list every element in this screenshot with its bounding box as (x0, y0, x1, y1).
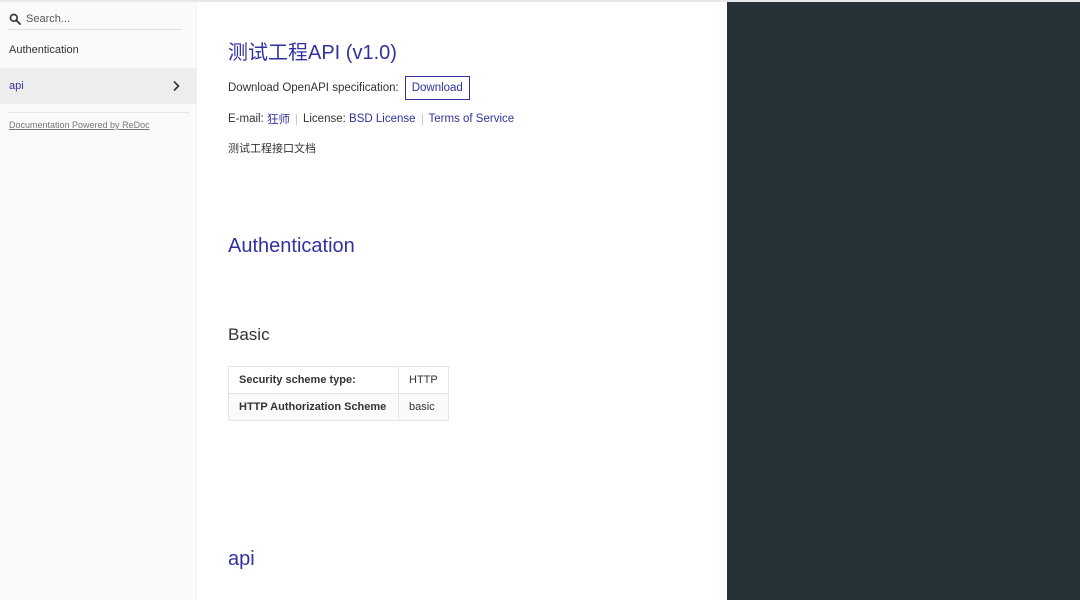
page-title: 测试工程API (v1.0) (228, 42, 397, 64)
search-input[interactable] (26, 12, 176, 25)
license-link[interactable]: BSD License (349, 113, 415, 125)
sidebar-divider (8, 112, 190, 113)
code-samples-panel (727, 2, 1080, 600)
info-separator (421, 113, 423, 125)
chevron-right-icon (173, 80, 180, 92)
sidebar: Authentication api Documentation Powered… (0, 2, 197, 600)
authentication-heading: Authentication (228, 235, 355, 257)
table-cell-value: basic (398, 393, 449, 421)
search-icon (9, 13, 21, 25)
sidebar-item-api[interactable]: api (0, 68, 197, 104)
table-row: HTTP Authorization Scheme basic (228, 393, 449, 421)
table-cell-key: Security scheme type: (228, 366, 399, 394)
search-box (8, 8, 182, 30)
email-label: E-mail: (228, 113, 264, 125)
powered-by-redoc-link[interactable]: Documentation Powered by ReDoc (9, 120, 150, 130)
security-scheme-table: Security scheme type: HTTP HTTP Authoriz… (228, 366, 449, 421)
table-cell-key: HTTP Authorization Scheme (228, 393, 399, 421)
api-info: E-mail: 狂师 License: BSD License Terms of… (228, 111, 514, 127)
table-row: Security scheme type: HTTP (228, 366, 449, 394)
sidebar-item-label: Authentication (9, 44, 79, 56)
download-row: Download OpenAPI specification: Download (228, 76, 470, 100)
sidebar-item-label: api (9, 80, 24, 92)
api-description: 测试工程接口文档 (228, 143, 316, 155)
table-cell-value: HTTP (398, 366, 449, 394)
download-label: Download OpenAPI specification: (228, 82, 399, 94)
email-link[interactable]: 狂师 (267, 111, 290, 127)
api-heading: api (228, 548, 255, 570)
license-label: License: (302, 113, 346, 125)
info-separator (295, 113, 297, 125)
sidebar-item-authentication[interactable]: Authentication (0, 32, 197, 68)
download-button[interactable]: Download (404, 76, 470, 100)
basic-heading: Basic (228, 325, 270, 344)
terms-of-service-link[interactable]: Terms of Service (429, 113, 515, 125)
